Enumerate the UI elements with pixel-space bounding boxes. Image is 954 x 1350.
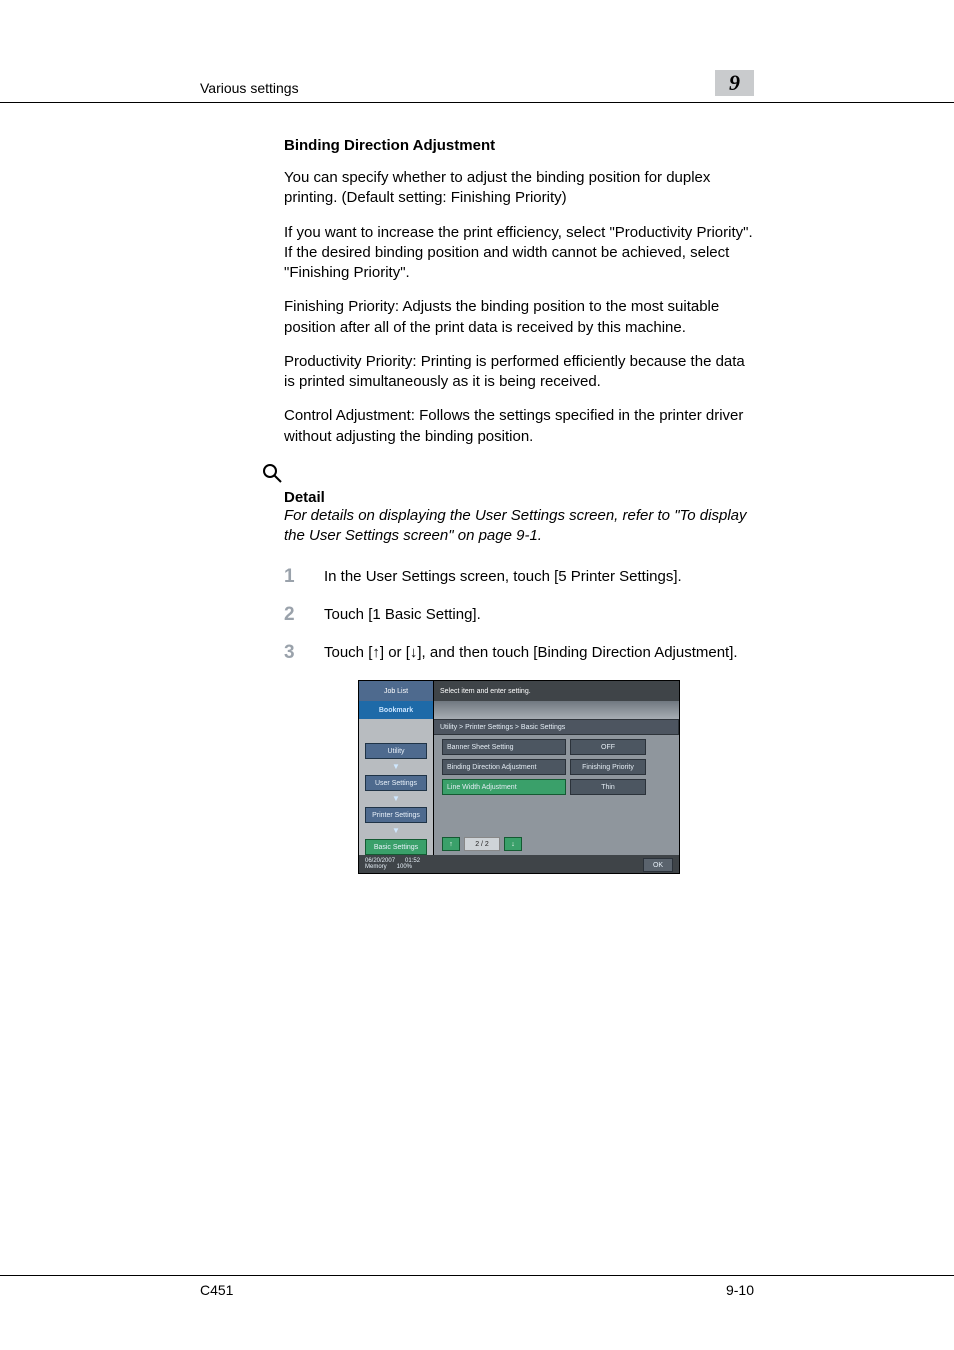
chevron-down-icon: ▼ bbox=[392, 763, 400, 771]
chevron-down-icon: ▼ bbox=[392, 827, 400, 835]
paragraph: If you want to increase the print effici… bbox=[284, 223, 754, 284]
instruction-text: Select item and enter setting. bbox=[434, 681, 679, 701]
chapter-number: 9 bbox=[715, 70, 754, 96]
step-row: 3 Touch [↑] or [↓], and then touch [Bind… bbox=[284, 642, 754, 664]
sidebar-item-user-settings[interactable]: User Settings bbox=[365, 775, 427, 791]
status-bar: 06/20/2007 01:52 Memory 100% bbox=[359, 858, 420, 870]
section-title: Binding Direction Adjustment bbox=[284, 137, 754, 154]
step-text: In the User Settings screen, touch [5 Pr… bbox=[324, 566, 682, 588]
banner-sheet-setting-button[interactable]: Banner Sheet Setting bbox=[442, 739, 566, 755]
paragraph: Finishing Priority: Adjusts the binding … bbox=[284, 297, 754, 338]
job-list-tab[interactable]: Job List bbox=[359, 681, 434, 701]
step-number: 3 bbox=[284, 642, 302, 664]
line-width-adjustment-value: Thin bbox=[570, 779, 646, 795]
paragraph: Productivity Priority: Printing is perfo… bbox=[284, 352, 754, 393]
detail-text: For details on displaying the User Setti… bbox=[284, 506, 754, 547]
step-text: Touch [1 Basic Setting]. bbox=[324, 604, 481, 626]
sidebar-item-printer-settings[interactable]: Printer Settings bbox=[365, 807, 427, 823]
banner-sheet-setting-value: OFF bbox=[570, 739, 646, 755]
footer-model: C451 bbox=[200, 1282, 233, 1298]
detail-label: Detail bbox=[284, 489, 754, 506]
step-row: 2 Touch [1 Basic Setting]. bbox=[284, 604, 754, 626]
breadcrumb: Utility > Printer Settings > Basic Setti… bbox=[434, 719, 679, 735]
step-text: Touch [↑] or [↓], and then touch [Bindin… bbox=[324, 642, 738, 664]
paragraph: You can specify whether to adjust the bi… bbox=[284, 168, 754, 209]
status-memory-label: Memory bbox=[365, 864, 387, 870]
step-row: 1 In the User Settings screen, touch [5 … bbox=[284, 566, 754, 588]
bookmark-tab[interactable]: Bookmark bbox=[359, 701, 434, 719]
page-down-button[interactable]: ↓ bbox=[504, 837, 522, 851]
paragraph: Control Adjustment: Follows the settings… bbox=[284, 406, 754, 447]
sidebar-item-basic-settings[interactable]: Basic Settings bbox=[365, 839, 427, 855]
sidebar-item-utility[interactable]: Utility bbox=[365, 743, 427, 759]
binding-direction-adjustment-button[interactable]: Binding Direction Adjustment bbox=[442, 759, 566, 775]
magnifier-icon bbox=[260, 461, 754, 485]
ok-button[interactable]: OK bbox=[643, 858, 673, 872]
header-section: Various settings bbox=[200, 80, 299, 96]
step-number: 2 bbox=[284, 604, 302, 626]
binding-direction-adjustment-value: Finishing Priority bbox=[570, 759, 646, 775]
step-number: 1 bbox=[284, 566, 302, 588]
embedded-screenshot: Job List Select item and enter setting. … bbox=[358, 680, 680, 874]
chevron-down-icon: ▼ bbox=[392, 795, 400, 803]
footer-page: 9-10 bbox=[726, 1282, 754, 1298]
sidebar: Utility ▼ User Settings ▼ Printer Settin… bbox=[359, 735, 434, 855]
page-up-button[interactable]: ↑ bbox=[442, 837, 460, 851]
status-memory-value: 100% bbox=[397, 864, 412, 870]
pager-indicator: 2 / 2 bbox=[464, 837, 500, 851]
line-width-adjustment-button[interactable]: Line Width Adjustment bbox=[442, 779, 566, 795]
